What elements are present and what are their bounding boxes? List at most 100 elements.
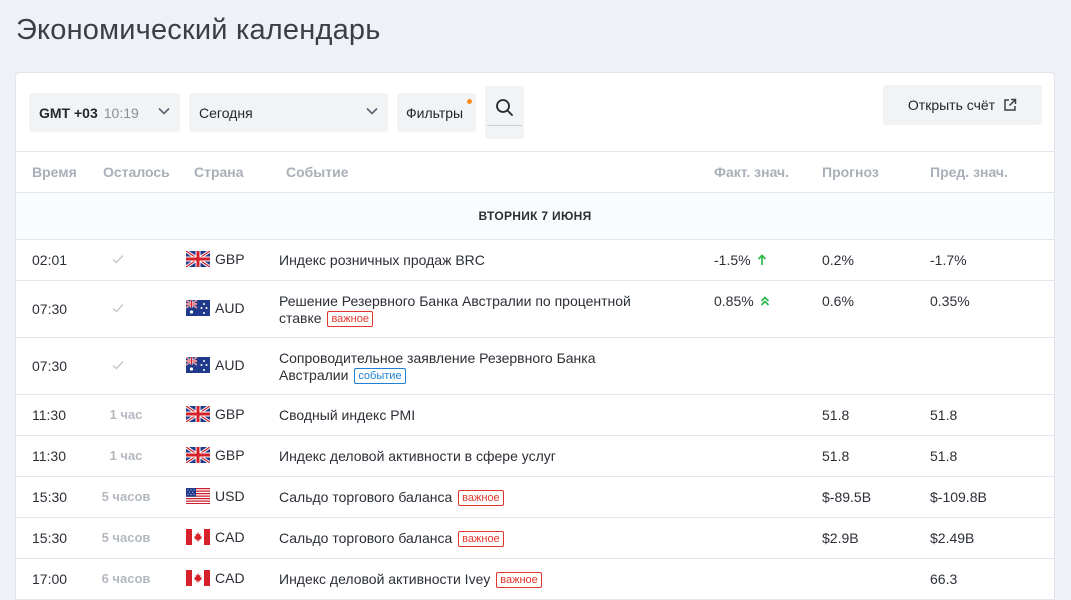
chevron-down-icon <box>366 107 378 115</box>
previous-value: 66.3 <box>930 571 958 587</box>
filters-label: Фильтры <box>406 104 464 121</box>
ca-flag-icon <box>186 570 210 586</box>
header-forecast[interactable]: Прогноз <box>822 164 879 180</box>
event-name[interactable]: Индекс деловой активности в сфере услуг <box>279 448 659 465</box>
table-row[interactable]: 15:30 5 часов CAD Сальдо торгового баланса … <box>16 518 1054 559</box>
country: AUD <box>186 300 245 316</box>
table-body: 02:01 GBP Индекс розничных продаж BRC -1.5… <box>16 240 1054 600</box>
previous-value: -1.7% <box>930 252 967 268</box>
remaining-time: 5 часов <box>101 489 151 504</box>
country: GBP <box>186 251 245 267</box>
event-title: Индекс деловой активности в сфере услуг <box>279 448 556 464</box>
actual-value: 0.85% <box>714 293 770 309</box>
forecast-value: 51.8 <box>822 407 850 423</box>
currency-code: AUD <box>215 300 245 316</box>
date-select-value: Сегодня <box>199 104 253 121</box>
country: GBP <box>186 447 245 463</box>
country: GBP <box>186 406 245 422</box>
gb-flag-icon <box>186 447 210 463</box>
country: USD <box>186 488 245 504</box>
event-name[interactable]: Индекс розничных продаж BRC <box>279 252 659 269</box>
previous-value: 51.8 <box>930 407 958 423</box>
table-row[interactable]: 15:30 5 часов USD Сальдо торгового баланса … <box>16 477 1054 518</box>
header-country[interactable]: Страна <box>194 164 244 180</box>
previous-value: 0.35% <box>930 293 970 309</box>
date-select[interactable]: Сегодня <box>189 93 388 132</box>
header-actual[interactable]: Факт. знач. <box>714 164 789 180</box>
search-button[interactable] <box>485 86 524 139</box>
table-row[interactable]: 17:00 6 часов CAD Индекс деловой активности… <box>16 559 1054 600</box>
event-time: 07:30 <box>32 301 68 317</box>
table-row[interactable]: 07:30 AUD Решение Резервного Банка Австрал… <box>16 281 1054 338</box>
currency-code: CAD <box>215 529 245 545</box>
event-time: 15:30 <box>32 489 68 505</box>
country: CAD <box>186 570 245 586</box>
forecast-value: $-89.5B <box>822 489 872 505</box>
currency-code: CAD <box>215 570 245 586</box>
check-icon <box>100 252 136 267</box>
actual-text: -1.5% <box>714 252 751 268</box>
filters-button[interactable]: Фильтры <box>397 93 476 132</box>
country: AUD <box>186 357 245 373</box>
day-separator: ВТОРНИК 7 ИЮНЯ <box>16 193 1054 240</box>
table-row[interactable]: 07:30 AUD Сопроводительное заявление Резер… <box>16 338 1054 395</box>
timezone-select[interactable]: GMT +03 10:19 <box>29 93 180 132</box>
event-time: 11:30 <box>32 407 66 423</box>
remaining-time: 1 час <box>109 448 143 463</box>
forecast-value: 51.8 <box>822 448 850 464</box>
forecast-value: 0.6% <box>822 293 854 309</box>
currency-code: AUD <box>215 357 245 373</box>
ca-flag-icon <box>186 529 210 545</box>
check-icon <box>100 358 136 373</box>
event-title: Сводный индекс PMI <box>279 407 416 423</box>
event-name[interactable]: Сопроводительное заявление Резервного Ба… <box>279 350 659 384</box>
calendar-card: GMT +03 10:19 Сегодня Фильтры Открыть сч… <box>15 72 1055 600</box>
currency-code: GBP <box>215 251 245 267</box>
event-name[interactable]: Сводный индекс PMI <box>279 407 659 424</box>
header-remaining[interactable]: Осталось <box>103 164 170 180</box>
event-time: 07:30 <box>32 358 68 374</box>
event-name[interactable]: Сальдо торгового баланса важное <box>279 489 659 506</box>
previous-value: $2.49B <box>930 530 975 546</box>
remaining-time: 5 часов <box>101 530 151 545</box>
event-name[interactable]: Индекс деловой активности Ivey важное <box>279 571 659 588</box>
arrow-up-icon <box>757 254 767 266</box>
external-link-icon <box>1004 98 1017 111</box>
event-time: 17:00 <box>32 571 68 587</box>
toolbar: GMT +03 10:19 Сегодня Фильтры Открыть сч… <box>16 73 1054 152</box>
gb-flag-icon <box>186 406 210 422</box>
open-account-button[interactable]: Открыть счёт <box>883 85 1042 125</box>
table-row[interactable]: 02:01 GBP Индекс розничных продаж BRC -1.5… <box>16 240 1054 281</box>
importance-badge: важное <box>458 531 504 547</box>
remaining-time: 6 часов <box>101 571 151 586</box>
actual-value: -1.5% <box>714 252 767 268</box>
remaining-time: 1 час <box>109 407 143 422</box>
table-header: Время Осталось Страна Событие Факт. знач… <box>16 152 1054 193</box>
chevron-down-icon <box>158 107 170 115</box>
filters-indicator-dot <box>467 99 472 104</box>
page-title: Экономический календарь <box>16 14 381 46</box>
header-previous[interactable]: Пред. знач. <box>930 164 1008 180</box>
event-title: Индекс розничных продаж BRC <box>279 252 485 268</box>
event-badge: событие <box>354 368 406 384</box>
event-name[interactable]: Решение Резервного Банка Австралии по пр… <box>279 293 659 327</box>
header-time[interactable]: Время <box>32 164 77 180</box>
search-underline <box>487 125 522 126</box>
header-event[interactable]: Событие <box>286 164 349 180</box>
table-row[interactable]: 11:30 1 час GBP Индекс деловой активности в… <box>16 436 1054 477</box>
country: CAD <box>186 529 245 545</box>
event-time: 11:30 <box>32 448 66 464</box>
event-title: Сопроводительное заявление Резервного Ба… <box>279 350 596 383</box>
event-time: 02:01 <box>32 252 68 268</box>
us-flag-icon <box>186 488 210 504</box>
event-name[interactable]: Сальдо торгового баланса важное <box>279 530 659 547</box>
check-icon <box>100 301 136 316</box>
search-icon <box>496 99 513 116</box>
forecast-value: 0.2% <box>822 252 854 268</box>
importance-badge: важное <box>327 311 373 327</box>
timezone-value: GMT +03 <box>39 104 98 121</box>
event-title: Сальдо торгового баланса <box>279 530 453 546</box>
gb-flag-icon <box>186 251 210 267</box>
current-time: 10:19 <box>103 104 139 121</box>
table-row[interactable]: 11:30 1 час GBP Сводный индекс PMI 51.8 51.8 <box>16 395 1054 436</box>
